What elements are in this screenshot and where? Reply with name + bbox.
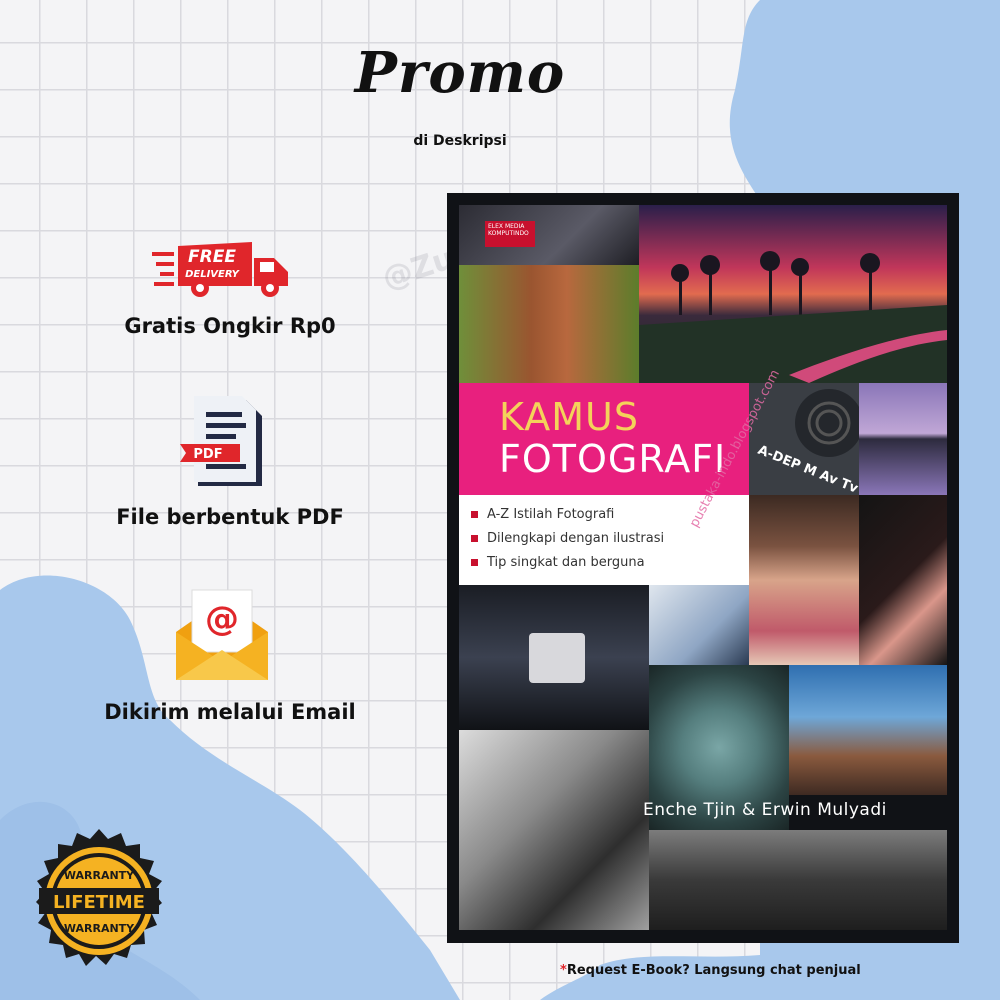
email-delivery-label: Dikirim melalui Email (104, 700, 356, 724)
book-title-line1: KAMUS (499, 395, 639, 439)
note-text: Request E-Book? Langsung chat penjual (566, 963, 861, 978)
painted-hand-photo (859, 495, 947, 665)
email-envelope-icon: @ (176, 589, 268, 680)
book-bullet-2: Dilengkapi dengan ilustrasi (470, 531, 665, 546)
book-title-panel: KAMUS FOTOGRAFI (459, 383, 749, 495)
bw-woman-photo (459, 730, 649, 930)
promo-canvas: @Zu 147 Promo di Deskripsi FREE DELIVERY… (0, 0, 1000, 1000)
book-bullet-1: A-Z Istilah Fotografi (470, 507, 615, 522)
warranty-top-text: WARRANTY (64, 869, 135, 882)
pdf-file-icon: PDF (180, 396, 262, 486)
book-bullet-3: Tip singkat dan berguna (471, 555, 645, 570)
flash-photo (649, 585, 749, 665)
promo-subtitle: di Deskripsi (413, 133, 507, 149)
at-sign-text: @ (205, 599, 239, 639)
free-shipping-label: Gratis Ongkir Rp0 (124, 314, 336, 338)
sunset-palms-photo (639, 205, 947, 383)
delivery-truck-icon: FREE DELIVERY (152, 242, 288, 297)
warranty-bottom-text: WARRANTY (64, 922, 135, 935)
book-title-line2: FOTOGRAFI (499, 437, 727, 481)
boat-photo (649, 830, 947, 930)
publisher-logo: ELEX MEDIA KOMPUTINDO (485, 221, 535, 247)
warranty-center-text: LIFETIME (53, 892, 145, 913)
delivery-badge-text: DELIVERY (185, 269, 241, 280)
request-ebook-note: *Request E-Book? Langsung chat penjual (560, 963, 980, 978)
temple-tower-photo (789, 665, 947, 795)
pdf-format-label: File berbentuk PDF (116, 505, 344, 529)
hotshoe-photo (459, 585, 649, 730)
temple-pillar-photo (459, 265, 639, 383)
free-badge-text: FREE (188, 247, 236, 267)
portrait-woman-photo (749, 495, 859, 665)
lifetime-warranty-seal: LIFETIME WARRANTY WARRANTY (36, 829, 162, 966)
angkor-reflection-photo (859, 383, 947, 495)
book-authors: Enche Tjin & Erwin Mulyadi (643, 800, 887, 820)
book-cover: KAMUS FOTOGRAFI A-Z Istilah Fotografi Di… (447, 193, 959, 943)
palm-silhouettes (639, 251, 947, 383)
promo-title: Promo (354, 40, 566, 106)
note-asterisk: * (560, 963, 567, 978)
pdf-badge-text: PDF (193, 447, 222, 462)
